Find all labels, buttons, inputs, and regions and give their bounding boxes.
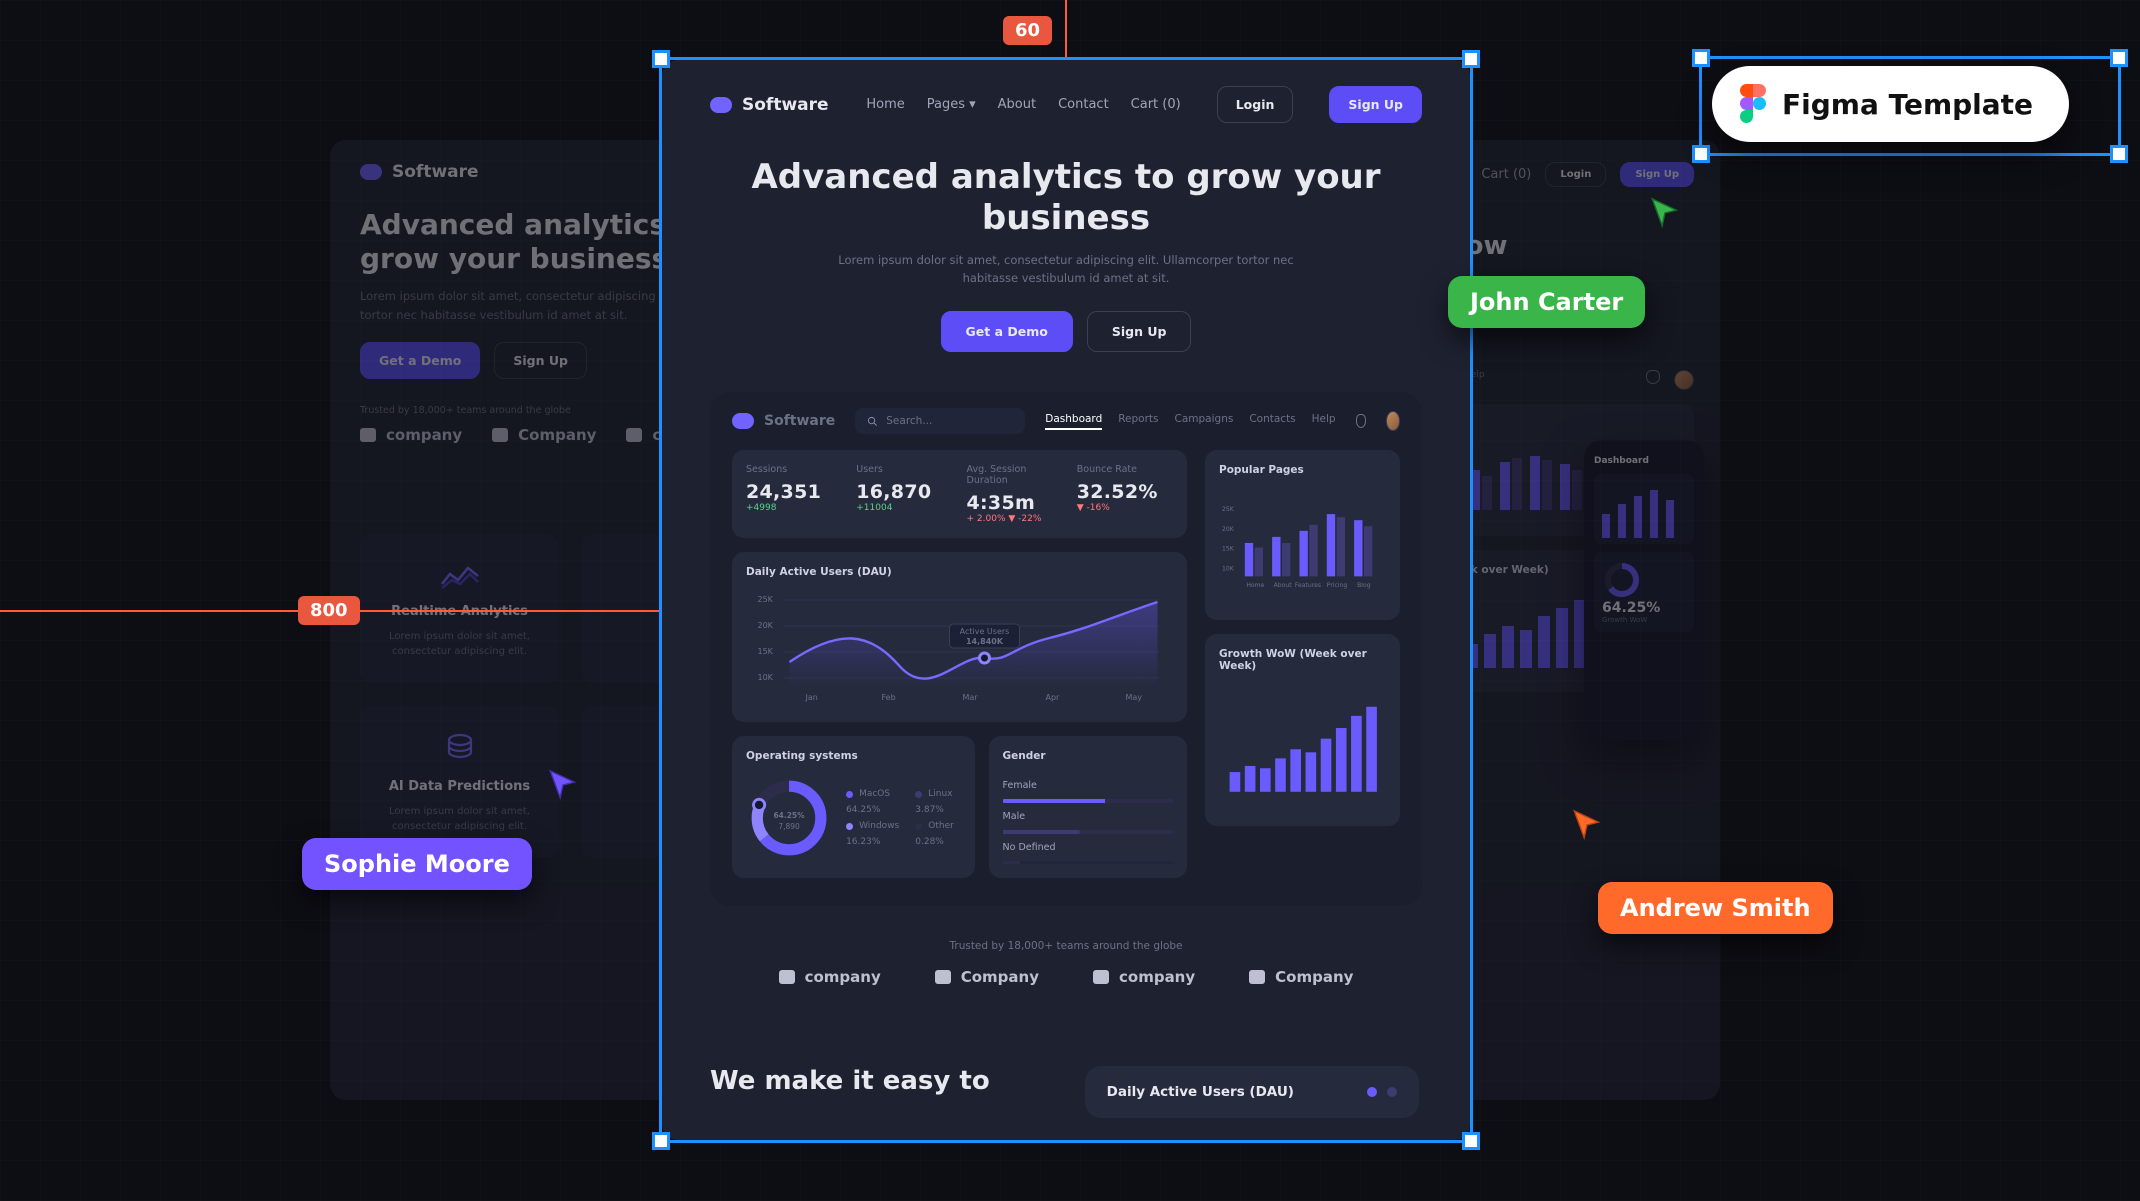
measurement-guide-top bbox=[1065, 0, 1067, 57]
measurement-badge-top: 60 bbox=[1003, 16, 1052, 45]
resize-handle[interactable] bbox=[1462, 1132, 1480, 1150]
company-mark-icon bbox=[492, 428, 508, 442]
resize-handle[interactable] bbox=[652, 50, 670, 68]
cta-signup: Sign Up bbox=[494, 342, 587, 379]
collab-name-green: John Carter bbox=[1448, 276, 1645, 328]
frame-selection-outline[interactable] bbox=[659, 57, 1473, 1143]
analytics-line-icon bbox=[440, 562, 480, 590]
cloud-icon bbox=[360, 164, 382, 180]
resize-handle[interactable] bbox=[1692, 145, 1710, 163]
feature-realtime: Realtime Analytics Lorem ipsum dolor sit… bbox=[360, 534, 559, 683]
database-icon bbox=[444, 733, 476, 765]
cta-demo: Get a Demo bbox=[360, 342, 480, 379]
resize-handle[interactable] bbox=[1462, 50, 1480, 68]
collab-name-orange: Andrew Smith bbox=[1598, 882, 1833, 934]
feature-ai: AI Data Predictions Lorem ipsum dolor si… bbox=[360, 705, 559, 858]
resize-handle[interactable] bbox=[2110, 49, 2128, 67]
company-mark-icon bbox=[360, 428, 376, 442]
figma-logo-icon bbox=[1740, 84, 1766, 124]
avatar-icon bbox=[1674, 370, 1694, 390]
resize-handle[interactable] bbox=[2110, 145, 2128, 163]
measurement-badge-left: 800 bbox=[298, 596, 360, 625]
mobile-preview: Dashboard 64.25% Growth WoW bbox=[1584, 440, 1704, 740]
resize-handle[interactable] bbox=[1692, 49, 1710, 67]
bell-icon bbox=[1646, 370, 1660, 384]
company-mark-icon bbox=[626, 428, 642, 442]
brand-name: Software bbox=[392, 162, 479, 182]
collab-name-purple: Sophie Moore bbox=[302, 838, 532, 890]
figma-template-badge[interactable]: Figma Template bbox=[1712, 66, 2069, 142]
resize-handle[interactable] bbox=[652, 1132, 670, 1150]
